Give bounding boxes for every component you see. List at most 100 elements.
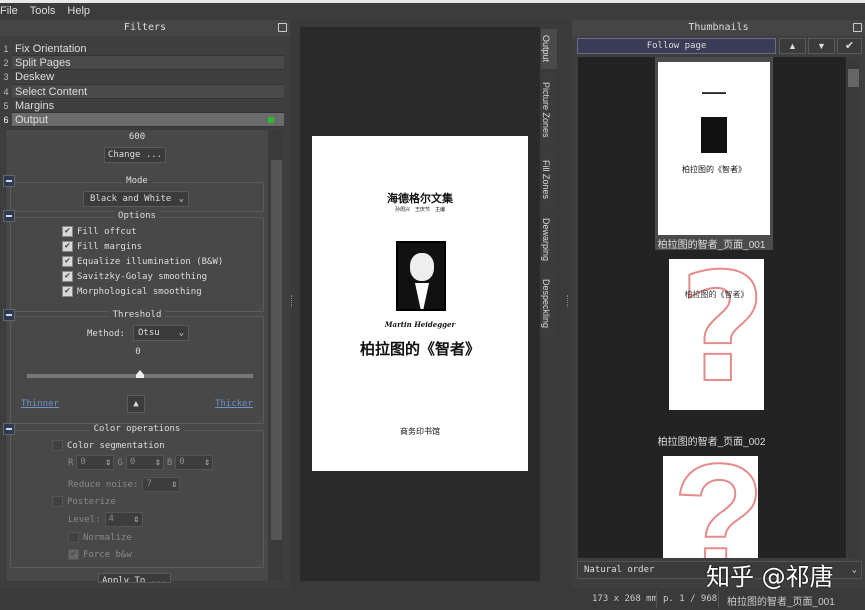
filters-title-text: Filters: [123, 22, 167, 33]
filter-number: 2: [3, 58, 9, 69]
checkbox-checked-icon: ✔: [62, 226, 73, 237]
mode-title: Mode: [11, 176, 263, 186]
filter-number: 4: [3, 86, 9, 97]
tab-output[interactable]: Output: [540, 28, 558, 70]
filter-item-margins[interactable]: 5 Margins: [0, 98, 284, 113]
next-page-button[interactable]: ▼: [808, 38, 835, 54]
checkbox-label: Force b&w: [83, 549, 132, 560]
collapse-icon[interactable]: [3, 210, 15, 222]
menu-file[interactable]: File: [0, 5, 18, 17]
tab-despeckling[interactable]: Despeckling: [540, 270, 558, 338]
checkbox-checked-icon: ✔: [62, 271, 73, 282]
collapse-up-button[interactable]: ▲: [127, 395, 145, 413]
filter-item-select-content[interactable]: 4 Select Content: [0, 84, 284, 99]
posterize-checkbox[interactable]: Posterize: [52, 494, 116, 509]
reduce-noise-label: Reduce noise:: [68, 479, 139, 490]
thumbnail-page-001[interactable]: ▬▬▬▬ 柏拉图的《智者》: [658, 62, 770, 235]
change-dpi-button[interactable]: Change ...: [104, 147, 166, 163]
filter-item-deskew[interactable]: 3 Deskew: [0, 70, 284, 85]
missing-page-icon: ?: [678, 259, 764, 410]
menu-tools[interactable]: Tools: [30, 5, 56, 17]
checkbox-unchecked-icon: [68, 532, 79, 543]
collapse-icon[interactable]: [3, 423, 15, 435]
thumbnails-title-text: Thumbnails: [688, 22, 749, 33]
float-dock-icon[interactable]: [278, 23, 287, 32]
mode-title-text: Mode: [122, 176, 152, 186]
tab-dewarping[interactable]: Dewarping: [540, 212, 558, 268]
filter-label: Deskew: [12, 70, 284, 85]
checkbox-label: Fill offcut: [77, 226, 137, 237]
filter-label: Split Pages: [12, 56, 284, 71]
normalize-checkbox[interactable]: Normalize: [68, 530, 132, 545]
checkbox-label: Morphological smoothing: [77, 286, 202, 297]
force-bw-checkbox[interactable]: ✔ Force b&w: [68, 547, 132, 562]
thumbnails-title: Thumbnails: [572, 20, 865, 36]
tab-picture-zones[interactable]: Picture Zones: [540, 72, 558, 148]
page-editors: 孙周兴 王庆节 主编: [394, 207, 445, 213]
splitter-handle[interactable]: [291, 295, 294, 307]
slider-handle[interactable]: [136, 370, 144, 378]
reduce-noise-spinbox[interactable]: 7: [142, 477, 181, 492]
page-author: Martin Heidegger: [384, 320, 456, 329]
savitzky-golay-checkbox[interactable]: ✔ Savitzky-Golay smoothing: [62, 269, 223, 284]
threshold-slider[interactable]: [27, 370, 253, 378]
level-spinbox[interactable]: 4: [104, 512, 143, 527]
filter-label: Output: [12, 112, 284, 128]
filter-number: 5: [3, 100, 9, 111]
mode-select[interactable]: Black and White ⌄: [83, 191, 189, 207]
checkbox-unchecked-icon: [52, 496, 63, 507]
page-series-title: 海德格尔文集: [387, 192, 453, 205]
checkbox-checked-icon: ✔: [68, 549, 79, 560]
float-dock-icon[interactable]: [853, 23, 862, 32]
page-publisher: 商务印书馆: [400, 427, 440, 436]
scrollbar-thumb[interactable]: [271, 160, 282, 540]
missing-page-icon: ?: [672, 456, 758, 558]
fill-margins-checkbox[interactable]: ✔ Fill margins: [62, 239, 223, 254]
prev-page-button[interactable]: ▲: [779, 38, 806, 54]
morphological-smoothing-checkbox[interactable]: ✔ Morphological smoothing: [62, 284, 223, 299]
checkbox-checked-icon: ✔: [62, 241, 73, 252]
thinner-link[interactable]: Thinner: [21, 399, 59, 409]
page-preview: 海德格尔文集 孙周兴 王庆节 主编 Martin Heidegger 柏拉图的《…: [312, 136, 528, 471]
filter-number: 3: [3, 72, 9, 83]
b-spinbox[interactable]: 0: [175, 455, 214, 470]
thumbnail-scrollbar[interactable]: [847, 57, 860, 558]
color-operations-title-text: Color operations: [89, 424, 185, 434]
filter-number: 6: [3, 115, 9, 126]
fill-offcut-checkbox[interactable]: ✔ Fill offcut: [62, 224, 223, 239]
equalize-illumination-checkbox[interactable]: ✔ Equalize illumination (B&W): [62, 254, 223, 269]
image-view[interactable]: 海德格尔文集 孙周兴 王庆节 主编 Martin Heidegger 柏拉图的《…: [300, 27, 540, 581]
thumbnail-caption: 柏拉图的智者_页面_001: [657, 240, 766, 251]
mode-value: Black and White: [90, 194, 172, 204]
filter-label: Fix Orientation: [12, 42, 284, 57]
thumbnail-caption: 柏拉图的智者_页面_002: [657, 437, 766, 448]
checkbox-label: Color segmentation: [67, 440, 165, 451]
thumbnail-page-003[interactable]: ?: [663, 456, 758, 558]
g-spinbox[interactable]: 0: [125, 455, 164, 470]
thumbnail-page-002[interactable]: ? 柏拉图的《智者》: [669, 259, 764, 410]
r-spinbox[interactable]: 0: [76, 455, 115, 470]
tab-fill-zones[interactable]: Fill Zones: [540, 150, 558, 210]
menu-help[interactable]: Help: [67, 5, 90, 17]
scrollbar-thumb[interactable]: [848, 69, 859, 87]
filter-item-fix-orientation[interactable]: 1 Fix Orientation: [0, 42, 284, 57]
thicker-link[interactable]: Thicker: [215, 399, 253, 409]
options-scrollbar[interactable]: [270, 130, 283, 580]
color-segmentation-checkbox[interactable]: Color segmentation: [52, 438, 165, 453]
reduce-noise-row: Reduce noise: 7: [68, 477, 181, 492]
thumbnail-page-title: 柏拉图的《智者》: [682, 165, 746, 174]
method-select[interactable]: Otsu ⌄: [133, 325, 189, 341]
filter-item-split-pages[interactable]: 2 Split Pages: [0, 56, 284, 71]
checkbox-checked-icon: ✔: [62, 286, 73, 297]
splitter-handle[interactable]: [567, 295, 570, 307]
collapse-icon[interactable]: [3, 175, 15, 187]
method-value: Otsu: [138, 328, 160, 338]
checkbox-label: Normalize: [83, 532, 132, 543]
apply-to-button[interactable]: Apply To ...: [98, 573, 171, 583]
b-label: B: [166, 457, 173, 468]
collapse-icon[interactable]: [3, 309, 15, 321]
status-bar: 173 x 268 mm p. 1 / 968 柏拉图的智者_页面_001: [0, 589, 865, 610]
filter-item-output[interactable]: 6 Output: [0, 112, 284, 128]
select-current-button[interactable]: ✔: [837, 38, 862, 54]
follow-page-button[interactable]: Follow page: [577, 38, 776, 54]
